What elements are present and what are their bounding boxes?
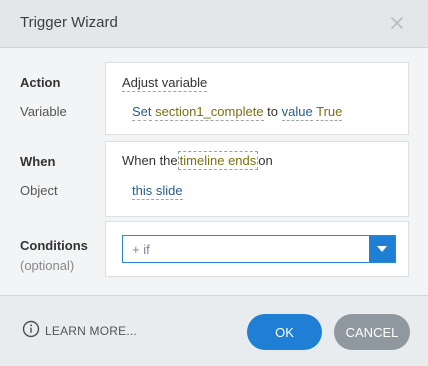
when-statement: When the timeline ends on bbox=[122, 151, 273, 170]
wizard-body: Action Variable Adjust variable Set sect… bbox=[0, 48, 428, 296]
event-token[interactable]: timeline ends bbox=[177, 151, 259, 170]
chevron-down-icon[interactable] bbox=[369, 236, 395, 262]
info-icon bbox=[22, 320, 40, 343]
when-prefix: When the bbox=[122, 153, 178, 168]
learn-more-label: LEARN MORE... bbox=[45, 324, 137, 338]
object-label: Object bbox=[20, 183, 58, 198]
conditions-select[interactable]: + if bbox=[122, 235, 396, 263]
title-bar: Trigger Wizard bbox=[0, 0, 428, 48]
when-suffix: on bbox=[258, 153, 273, 168]
ok-button[interactable]: OK bbox=[247, 314, 322, 350]
operator-token[interactable]: value bbox=[281, 104, 313, 121]
cancel-button[interactable]: CANCEL bbox=[334, 314, 410, 350]
variable-statement: Set section1_complete to value True bbox=[132, 104, 343, 121]
dialog-title: Trigger Wizard bbox=[20, 14, 118, 31]
variable-name-token[interactable]: section1_complete bbox=[155, 104, 264, 121]
conditions-card: + if bbox=[105, 221, 409, 277]
conditions-select-value: + if bbox=[132, 242, 150, 257]
object-token[interactable]: this slide bbox=[132, 183, 183, 200]
close-icon[interactable] bbox=[386, 12, 408, 34]
conditions-optional-label: (optional) bbox=[20, 258, 75, 273]
variable-value-token[interactable]: True bbox=[316, 104, 343, 121]
variable-label: Variable bbox=[20, 104, 67, 119]
when-card: When the timeline ends on this slide bbox=[105, 141, 409, 217]
trigger-wizard-dialog: Trigger Wizard Action Variable Adjust va… bbox=[0, 0, 428, 366]
to-word: to bbox=[267, 104, 279, 119]
conditions-label: Conditions bbox=[20, 238, 88, 253]
action-value[interactable]: Adjust variable bbox=[122, 75, 208, 92]
action-card: Adjust variable Set section1_complete to… bbox=[105, 62, 409, 135]
action-label: Action bbox=[20, 75, 61, 90]
set-token[interactable]: Set bbox=[132, 104, 152, 121]
when-label: When bbox=[20, 154, 56, 169]
